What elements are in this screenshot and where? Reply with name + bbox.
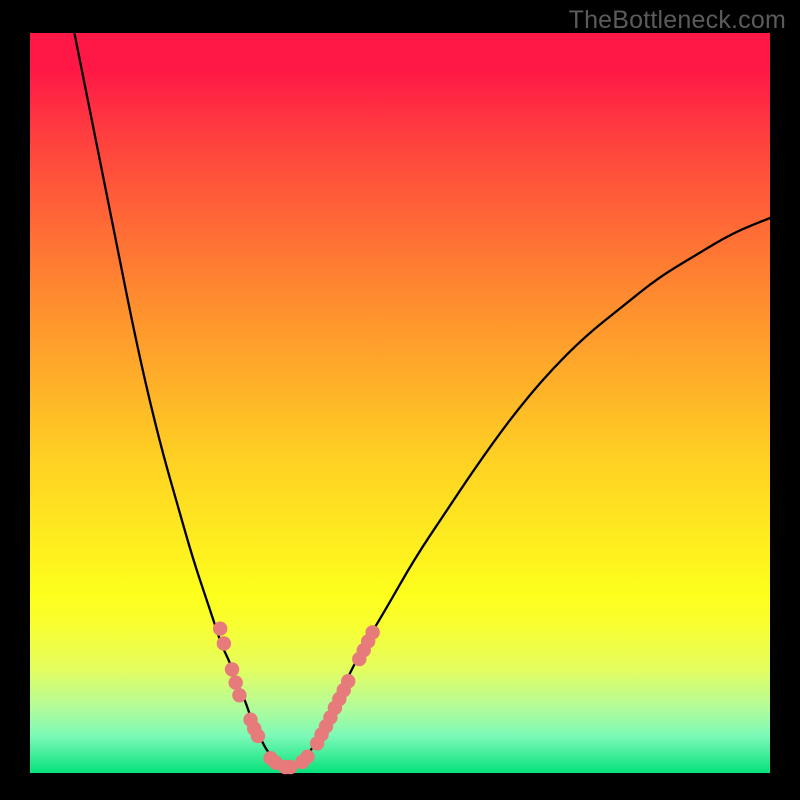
- chart-frame: TheBottleneck.com: [0, 0, 800, 800]
- curve-marker: [217, 636, 231, 650]
- curve-marker: [300, 750, 314, 764]
- curve-marker: [213, 622, 227, 636]
- chart-svg: [30, 33, 770, 773]
- curve-marker: [225, 662, 239, 676]
- curve-marker: [365, 625, 379, 639]
- watermark-text: TheBottleneck.com: [569, 6, 786, 35]
- plot-area: [30, 33, 770, 773]
- curve-marker: [229, 676, 243, 690]
- curve-marker: [341, 674, 355, 688]
- bottleneck-curve-path: [74, 33, 770, 766]
- curve-marker: [232, 688, 246, 702]
- curve-marker: [251, 729, 265, 743]
- marker-group: [213, 622, 380, 775]
